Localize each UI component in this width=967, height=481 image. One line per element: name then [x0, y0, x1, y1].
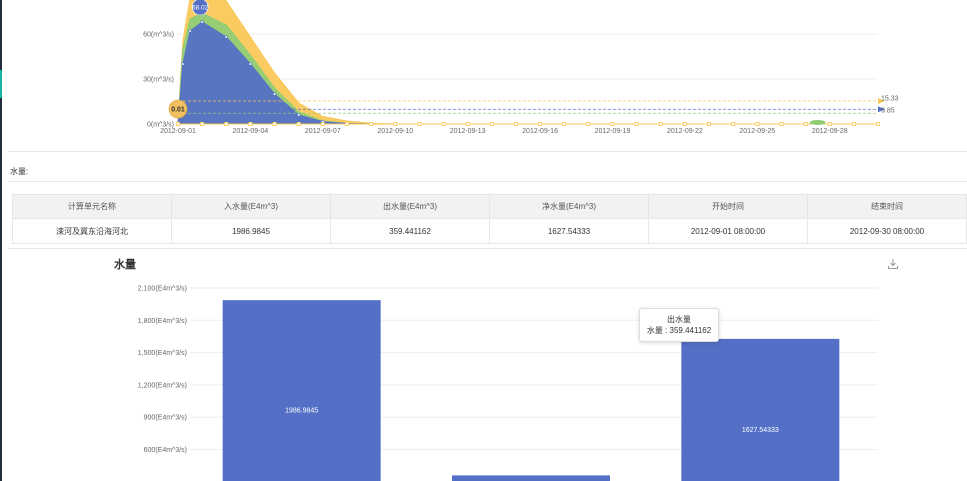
x-tick-label: 2012-09-16: [522, 128, 558, 135]
axis-point: [272, 122, 277, 127]
bar: [452, 475, 610, 481]
water-summary-table: 计算单元名称 入水量(E4m^3) 出水量(E4m^3) 净水量(E4m^3) …: [12, 194, 967, 244]
x-tick-label: 2012-09-25: [739, 128, 775, 135]
bar-value-label: 1627.54333: [742, 427, 779, 434]
cell-start-time: 2012-09-01 08:00:00: [648, 218, 808, 244]
axis-point: [393, 122, 398, 127]
axis-point: [586, 122, 591, 127]
axis-point: [513, 122, 518, 127]
cell-end-time: 2012-09-30 08:00:00: [807, 218, 967, 244]
mark-line-label: 9.85: [881, 108, 895, 115]
axis-point: [779, 122, 784, 127]
table-header-row: 计算单元名称 入水量(E4m^3) 出水量(E4m^3) 净水量(E4m^3) …: [12, 194, 967, 219]
column-header-unit-name[interactable]: 计算单元名称: [12, 194, 172, 219]
data-point: [248, 62, 253, 66]
axis-point: [296, 122, 301, 127]
axis-point: [441, 122, 446, 127]
axis-point: [320, 122, 325, 127]
axis-point: [224, 122, 229, 127]
data-point: [200, 20, 204, 24]
bar: [681, 338, 840, 481]
x-tick-label: 2012-09-01: [160, 128, 196, 135]
column-header-inflow[interactable]: 入水量(E4m^3): [171, 194, 331, 219]
axis-point: [731, 122, 736, 127]
bar: [222, 300, 381, 481]
axis-point: [610, 122, 615, 127]
column-header-outflow[interactable]: 出水量(E4m^3): [330, 194, 490, 219]
axis-point: [175, 122, 180, 127]
table-row[interactable]: 滦河及冀东沿海河北 1986.9845 359.441162 1627.5433…: [12, 218, 967, 244]
data-point: [188, 29, 192, 33]
axis-point: [803, 122, 808, 127]
data-point: [272, 92, 277, 96]
min-marker-label: 0.01: [171, 107, 185, 114]
axis-point: [538, 122, 543, 127]
cell-outflow: 359.441162: [330, 218, 490, 244]
x-tick-label: 2012-09-13: [450, 128, 486, 135]
axis-point: [200, 122, 205, 127]
axis-point: [369, 122, 374, 127]
y-tick-label: 900(E4m^3/s): [144, 415, 187, 422]
axis-point: [707, 122, 712, 127]
axis-point: [851, 122, 856, 127]
axis-point: [634, 122, 639, 127]
x-tick-label: 2012-09-28: [812, 128, 848, 135]
column-header-end-time[interactable]: 结束时间: [807, 194, 967, 219]
section-divider: [8, 248, 967, 249]
cell-unit-name: 滦河及冀东沿海河北: [12, 218, 172, 244]
max-marker-label: 68.02: [192, 5, 209, 12]
small-area-bump: [809, 120, 826, 125]
data-point: [181, 62, 185, 66]
axis-point: [827, 122, 832, 127]
y-tick-label: 1,800(E4m^3/s): [138, 318, 187, 325]
x-tick-label: 2012-09-07: [305, 128, 341, 135]
axis-point: [658, 122, 663, 127]
data-point: [224, 35, 228, 39]
cell-inflow: 1986.9845: [171, 218, 331, 244]
tooltip-value: 水量 : 359.441162: [646, 326, 712, 335]
data-point: [297, 113, 301, 117]
column-header-net[interactable]: 净水量(E4m^3): [489, 194, 649, 219]
cell-net: 1627.54333: [489, 218, 649, 244]
axis-point: [876, 122, 881, 127]
axis-point: [417, 122, 422, 127]
axis-point: [344, 122, 349, 127]
mark-line-label: 15.33: [881, 96, 899, 103]
area-series: [177, 21, 878, 125]
column-header-start-time[interactable]: 开始时间: [648, 194, 808, 219]
y-tick-label: 2,100(E4m^3/s): [138, 286, 187, 293]
y-tick-label: 30(m^3/s): [143, 77, 174, 84]
x-tick-label: 2012-09-19: [595, 128, 631, 135]
axis-point: [755, 122, 760, 127]
y-tick-label: 60(m^3/s): [143, 32, 174, 39]
y-tick-label: 600(E4m^3/s): [144, 447, 187, 454]
x-tick-label: 2012-09-04: [233, 128, 269, 135]
y-tick-label: 1,500(E4m^3/s): [138, 350, 187, 357]
x-tick-label: 2012-09-10: [377, 128, 413, 135]
water-bar-chart: 600(E4m^3/s) 900(E4m^3/s) 1,200(E4m^3/s) 1,…: [138, 286, 878, 481]
flow-area-chart: 0(m^3/s)30(m^3/s)60(m^3/s)2012-09-01 2012…: [143, 0, 899, 135]
download-icon[interactable]: [887, 258, 899, 270]
x-tick-label: 2012-09-22: [667, 128, 703, 135]
section-divider: [8, 181, 967, 182]
bar-chart-title: 水量: [114, 259, 136, 271]
axis-point: [248, 122, 253, 127]
y-tick-label: 1,200(E4m^3/s): [138, 382, 187, 389]
bar-tooltip: 出水量 水量 : 359.441162: [639, 308, 719, 342]
axis-point: [465, 122, 470, 127]
section-divider: [8, 151, 967, 152]
axis-point: [682, 122, 687, 127]
tooltip-title: 出水量: [667, 315, 691, 324]
axis-point: [562, 122, 567, 127]
water-section-label: 水量:: [10, 167, 29, 176]
bar-value-label: 1986.9845: [285, 408, 318, 415]
axis-point: [489, 122, 494, 127]
